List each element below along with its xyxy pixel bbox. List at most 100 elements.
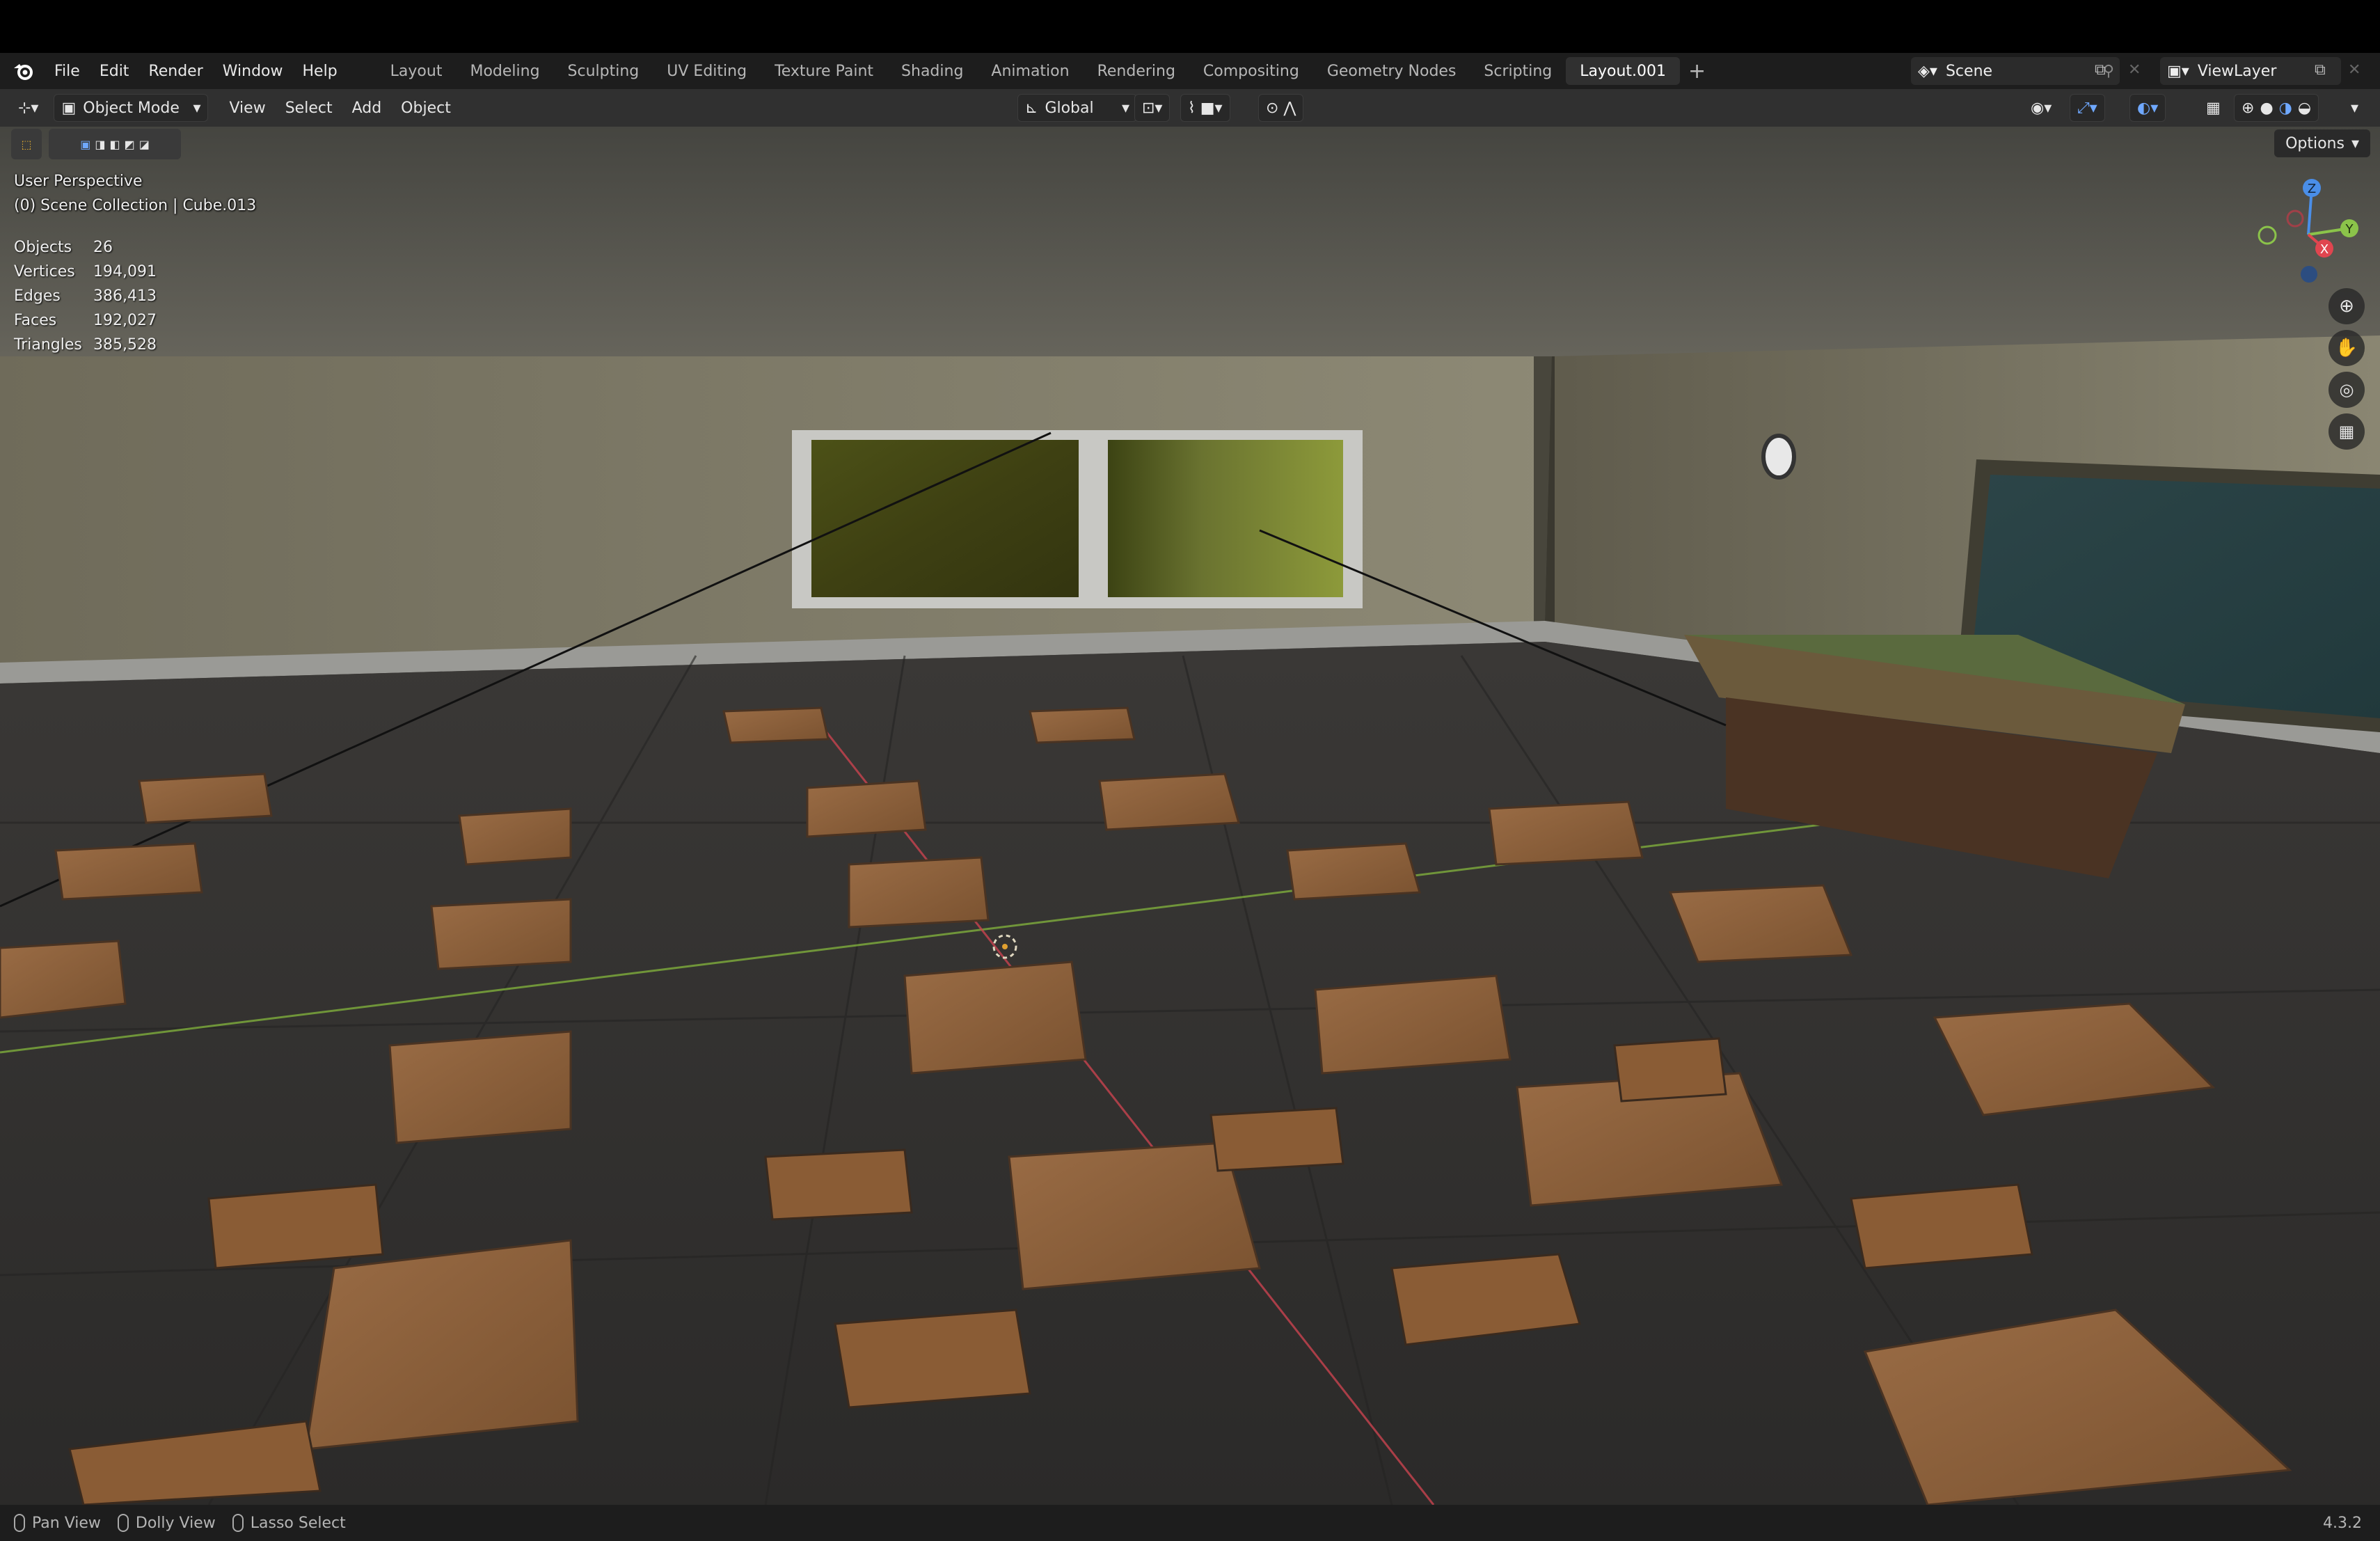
view-layer-selector[interactable]: ▣▾ ViewLayer (2160, 57, 2341, 85)
xray-toggle[interactable]: ▦ (2199, 95, 2228, 121)
stat-label: Objects (14, 239, 72, 256)
status-lasso-select: Lasso Select (232, 1514, 346, 1532)
tab-sculpting[interactable]: Sculpting (554, 57, 653, 85)
selection-mode-buttons[interactable]: ▣ ◨ ◧ ◩ ◪ (49, 129, 181, 159)
chevron-down-icon: ▾ (1121, 99, 1129, 117)
stat-label: Triangles (14, 336, 82, 354)
proportional-edit-icon: ⊙ ⋀ (1266, 99, 1296, 117)
pan-button[interactable]: ✋ (2329, 330, 2365, 366)
y-axis-label: Y (2345, 222, 2354, 237)
status-label: Pan View (32, 1514, 101, 1532)
tab-layout-001[interactable]: Layout.001 (1566, 57, 1681, 85)
menu-object[interactable]: Object (394, 95, 458, 121)
select-invert-icon[interactable]: ◩ (125, 138, 135, 151)
scene-selector[interactable]: ◈▾ Scene ⚲ (1911, 57, 2120, 85)
new-scene-icon[interactable]: ⧉ (2095, 61, 2106, 79)
navigation-gizmo[interactable]: Z Y X (2249, 175, 2367, 294)
blender-logo-icon[interactable] (10, 57, 38, 85)
mode-label: Object Mode (83, 99, 180, 117)
stat-row: Edges 386,413 (14, 284, 157, 308)
tab-compositing[interactable]: Compositing (1189, 57, 1313, 85)
delete-scene-icon[interactable]: ✕ (2128, 61, 2141, 79)
stat-label: Faces (14, 312, 57, 329)
status-bar: Pan View Dolly View Lasso Select 4.3.2 (0, 1505, 2380, 1541)
tab-rendering[interactable]: Rendering (1084, 57, 1189, 85)
snap-toggle[interactable]: ⌇ ■▾ (1180, 94, 1230, 122)
menu-edit[interactable]: Edit (90, 53, 139, 89)
pivot-point-dropdown[interactable]: ⊡▾ (1134, 94, 1171, 122)
delete-view-layer-icon[interactable]: ✕ (2348, 61, 2361, 79)
menu-select[interactable]: Select (278, 95, 340, 121)
menu-window[interactable]: Window (213, 53, 293, 89)
stat-value: 192,027 (93, 312, 157, 329)
tab-texture-paint[interactable]: Texture Paint (761, 57, 887, 85)
select-new-icon[interactable]: ▣ (80, 138, 90, 151)
proportional-edit-toggle[interactable]: ⊙ ⋀ (1258, 94, 1304, 122)
workspace-tabs: Layout Modeling Sculpting UV Editing Tex… (376, 53, 1715, 89)
tab-layout[interactable]: Layout (376, 57, 457, 85)
material-shading-icon[interactable]: ◑ (2279, 100, 2292, 117)
z-axis-label: Z (2308, 182, 2316, 196)
camera-icon: ◎ (2339, 380, 2354, 400)
neg-x-axis-handle[interactable] (2286, 210, 2304, 228)
options-dropdown[interactable]: Options ▾ (2274, 129, 2370, 157)
mouse-scroll-icon (117, 1514, 129, 1532)
menu-help[interactable]: Help (293, 53, 347, 89)
stat-row: Objects 26 (14, 235, 157, 260)
overlay-toggle[interactable]: ◐▾ (2129, 94, 2166, 122)
options-label: Options (2285, 134, 2345, 152)
view-layer-name: ViewLayer (2197, 62, 2277, 80)
add-workspace-button[interactable]: + (1680, 59, 1714, 84)
mode-dropdown[interactable]: ▣ Object Mode ▾ (54, 94, 209, 122)
new-view-layer-icon[interactable]: ⧉ (2315, 61, 2326, 79)
menu-view[interactable]: View (222, 95, 272, 121)
wireframe-shading-icon[interactable]: ⊕ (2242, 100, 2254, 117)
tab-uv-editing[interactable]: UV Editing (653, 57, 761, 85)
stat-row: Triangles 385,528 (14, 333, 157, 357)
tool-strip: ⬚ ▣ ◨ ◧ ◩ ◪ (11, 127, 181, 161)
tab-animation[interactable]: Animation (977, 57, 1083, 85)
tab-shading[interactable]: Shading (887, 57, 977, 85)
orientation-icon: ⊾ (1025, 99, 1038, 117)
shading-mode-buttons[interactable]: ⊕ ● ◑ ◒ (2234, 94, 2319, 122)
view-perspective-label: User Perspective (14, 173, 143, 190)
shading-options-dropdown[interactable]: ▾ (2344, 95, 2365, 121)
stat-value: 385,528 (93, 336, 157, 354)
select-subtract-icon[interactable]: ◧ (109, 138, 120, 151)
version-label: 4.3.2 (2323, 1514, 2362, 1532)
editor-type-icon: ⊹▾ (18, 99, 39, 117)
zoom-button[interactable]: ⊕ (2329, 288, 2365, 324)
menu-add[interactable]: Add (345, 95, 389, 121)
select-tool-button[interactable]: ⬚ (11, 129, 42, 159)
gizmo-toggle[interactable]: ⤢▾ (2070, 94, 2105, 122)
camera-view-button[interactable]: ◎ (2329, 372, 2365, 408)
select-intersect-icon[interactable]: ◪ (139, 138, 150, 151)
grid-icon: ▦ (2338, 422, 2355, 441)
tab-modeling[interactable]: Modeling (456, 57, 553, 85)
transform-orientation-dropdown[interactable]: ⊾ Global ▾ (1017, 94, 1137, 122)
overlay-icon: ◐▾ (2137, 99, 2159, 117)
x-axis-label: X (2320, 242, 2329, 257)
select-extend-icon[interactable]: ◨ (95, 138, 105, 151)
pivot-icon: ⊡▾ (1142, 99, 1163, 117)
menu-render[interactable]: Render (138, 53, 212, 89)
zoom-icon: ⊕ (2339, 296, 2354, 317)
editor-type-button[interactable]: ⊹▾ (11, 95, 45, 121)
mouse-middle-icon (14, 1514, 25, 1532)
view-layer-icon: ▣▾ (2167, 62, 2189, 80)
visibility-dropdown[interactable]: ◉▾ (2024, 95, 2058, 121)
chevron-down-icon: ▾ (193, 99, 201, 117)
eye-icon: ◉▾ (2031, 99, 2052, 117)
menu-file[interactable]: File (45, 53, 90, 89)
neg-y-axis-handle[interactable] (2258, 226, 2277, 245)
3d-viewport[interactable]: ⬚ ▣ ◨ ◧ ◩ ◪ Options ▾ User Perspective (… (0, 127, 2380, 1505)
scene-render (0, 127, 2380, 1505)
solid-shading-icon[interactable]: ● (2260, 100, 2273, 117)
perspective-toggle-button[interactable]: ▦ (2329, 413, 2365, 450)
rendered-shading-icon[interactable]: ◒ (2298, 100, 2311, 117)
top-bar: File Edit Render Window Help Layout Mode… (0, 53, 2380, 89)
magnet-icon: ⌇ ■▾ (1188, 99, 1223, 117)
tab-geometry-nodes[interactable]: Geometry Nodes (1313, 57, 1470, 85)
neg-z-axis-handle[interactable] (2301, 266, 2317, 283)
tab-scripting[interactable]: Scripting (1470, 57, 1566, 85)
